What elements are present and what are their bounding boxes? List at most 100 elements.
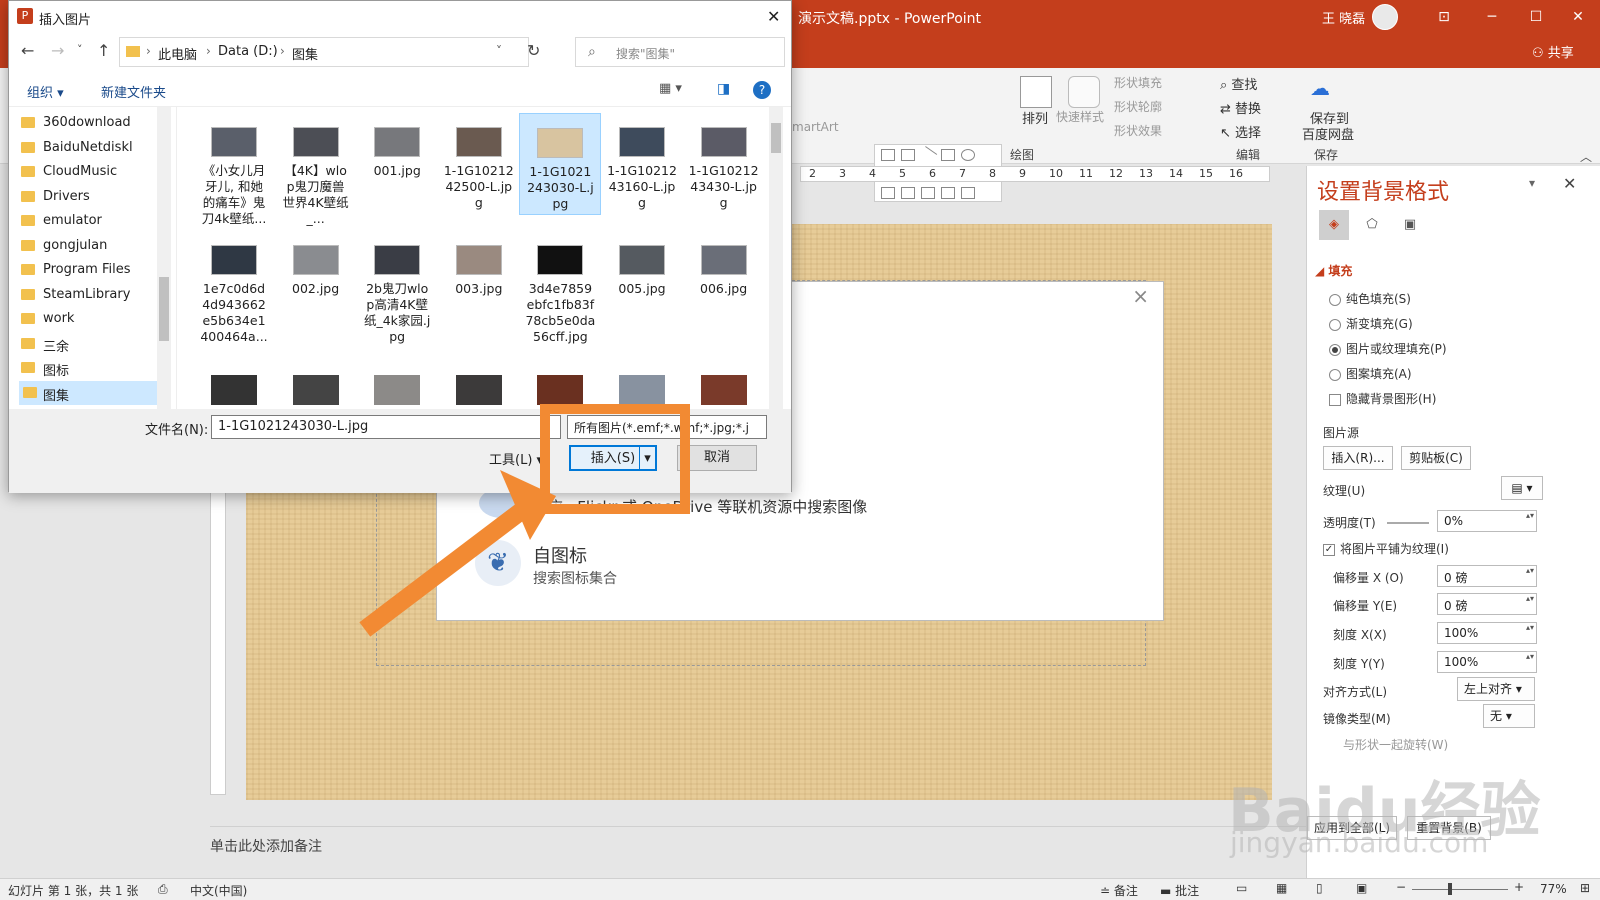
share-button[interactable]: ⚇ 共享 bbox=[1532, 42, 1574, 61]
file-item[interactable]: 1e7c0d6d4d943662e5b634e1400464a... bbox=[193, 231, 275, 349]
close-icon[interactable]: × bbox=[1132, 284, 1149, 308]
find-button[interactable]: ⌕ 查找 bbox=[1220, 74, 1257, 93]
slide-sorter-icon[interactable]: ▦ bbox=[1276, 881, 1287, 895]
avatar[interactable] bbox=[1372, 4, 1398, 30]
shape-outline-button[interactable]: 形状轮廓 bbox=[1114, 98, 1162, 115]
reading-view-icon[interactable]: ▯ bbox=[1316, 881, 1323, 895]
image-thumbnail[interactable] bbox=[455, 375, 502, 405]
language-indicator[interactable]: 中文(中国) bbox=[190, 882, 247, 899]
select-button[interactable]: ↖ 选择 bbox=[1220, 122, 1261, 141]
clipboard-button[interactable]: 剪贴板(C) bbox=[1401, 446, 1471, 470]
file-item[interactable]: 1-1G1021242500-L.jpg bbox=[438, 113, 520, 215]
nav-item[interactable]: work bbox=[21, 307, 74, 331]
breadcrumb-folder[interactable]: 图集 bbox=[292, 44, 318, 63]
back-arrow-icon[interactable]: ← bbox=[21, 41, 34, 60]
up-arrow-icon[interactable]: ↑ bbox=[97, 41, 110, 60]
nav-item[interactable]: Program Files bbox=[21, 258, 131, 282]
slideshow-icon[interactable]: ▣ bbox=[1356, 881, 1367, 895]
nav-scrollbar[interactable] bbox=[157, 107, 171, 409]
ribbon-display-options-icon[interactable]: ⊡ bbox=[1424, 4, 1464, 30]
offset-x-input[interactable]: 0 磅 bbox=[1437, 565, 1537, 587]
file-item[interactable]: 2b鬼刀wlop高清4K壁纸_4k家园.jpg bbox=[356, 231, 438, 349]
maximize-icon[interactable]: ☐ bbox=[1516, 4, 1556, 30]
zoom-slider-thumb[interactable] bbox=[1448, 883, 1452, 895]
rotate-with-shape-checkbox[interactable]: 与形状一起旋转(W) bbox=[1343, 736, 1448, 753]
picture-tab-icon[interactable]: ▣ bbox=[1395, 210, 1425, 240]
preview-pane-icon[interactable]: ◨ bbox=[717, 81, 730, 97]
notes-placeholder[interactable]: 单击此处添加备注 bbox=[210, 836, 322, 856]
zoom-level[interactable]: 77% bbox=[1540, 882, 1567, 896]
smartart-label[interactable]: martArt bbox=[792, 120, 839, 134]
arrange-label[interactable]: 排列 bbox=[1022, 108, 1048, 127]
file-item[interactable]: 001.jpg bbox=[356, 113, 438, 215]
close-icon[interactable]: ✕ bbox=[767, 7, 780, 26]
help-icon[interactable]: ? bbox=[753, 81, 771, 99]
close-icon[interactable]: ✕ bbox=[1558, 4, 1598, 30]
save-to-label-2[interactable]: 百度网盘 bbox=[1302, 124, 1354, 143]
replace-button[interactable]: ⇄ 替换 bbox=[1220, 98, 1261, 117]
nav-item[interactable]: 图集 bbox=[19, 380, 159, 405]
breadcrumb-drive[interactable]: Data (D:) bbox=[218, 44, 278, 59]
nav-item[interactable]: 图标 bbox=[21, 356, 69, 380]
file-item[interactable]: 1-1G1021243430-L.jpg bbox=[683, 113, 765, 215]
image-thumbnail[interactable] bbox=[374, 375, 421, 405]
mirror-type-select[interactable]: 无 ▾ bbox=[1483, 704, 1535, 728]
files-scrollbar[interactable] bbox=[769, 107, 783, 409]
texture-picker[interactable]: ▤ ▾ bbox=[1501, 476, 1543, 500]
pattern-fill-radio[interactable]: 图案填充(A) bbox=[1329, 365, 1412, 382]
effects-tab-icon[interactable]: ⬠ bbox=[1357, 210, 1387, 240]
filename-input[interactable]: 1-1G1021243030-L.jpg bbox=[211, 415, 561, 439]
fill-section-header[interactable]: ◢ 填充 bbox=[1315, 262, 1352, 279]
hide-background-checkbox[interactable]: 隐藏背景图形(H) bbox=[1329, 390, 1436, 407]
refresh-icon[interactable]: ↻ bbox=[527, 41, 540, 60]
address-bar[interactable]: › 此电脑 › Data (D:) › 图集 ˅ bbox=[119, 37, 529, 67]
offset-y-input[interactable]: 0 磅 bbox=[1437, 593, 1537, 615]
slide-counter[interactable]: 幻灯片 第 1 张，共 1 张 bbox=[8, 882, 138, 899]
image-thumbnail[interactable] bbox=[211, 375, 257, 405]
nav-item[interactable]: CloudMusic bbox=[21, 160, 117, 184]
solid-fill-radio[interactable]: 纯色填充(S) bbox=[1329, 290, 1411, 307]
scale-y-input[interactable]: 100% bbox=[1437, 651, 1537, 673]
search-input[interactable]: ⌕ 搜索"图集" bbox=[575, 37, 785, 67]
zoom-out-icon[interactable]: − bbox=[1396, 880, 1406, 894]
tile-checkbox[interactable]: ✓ 将图片平铺为纹理(I) bbox=[1323, 540, 1449, 557]
breadcrumb-this-pc[interactable]: 此电脑 bbox=[158, 44, 197, 63]
spellcheck-icon[interactable]: ⎙ bbox=[158, 882, 168, 897]
organize-menu[interactable]: 组织 ▾ bbox=[27, 82, 64, 101]
fit-to-window-icon[interactable]: ⊞ bbox=[1580, 881, 1590, 895]
file-item[interactable]: 【4K】wlop鬼刀魔兽世界4K壁纸_... bbox=[275, 113, 357, 226]
quick-styles-icon[interactable] bbox=[1068, 76, 1100, 108]
tools-menu[interactable]: 工具(L) ▾ bbox=[489, 449, 543, 468]
image-thumbnail[interactable] bbox=[292, 375, 339, 405]
file-item[interactable]: 003.jpg bbox=[438, 231, 520, 349]
fill-tab-icon[interactable]: ◈ bbox=[1319, 210, 1349, 240]
file-item[interactable]: 1-1G1021243030-L.jpg bbox=[519, 113, 602, 215]
minimize-icon[interactable]: ─ bbox=[1472, 4, 1512, 30]
recent-locations-icon[interactable]: ˅ bbox=[77, 43, 83, 56]
file-item[interactable]: 005.jpg bbox=[601, 231, 683, 349]
gradient-fill-radio[interactable]: 渐变填充(G) bbox=[1329, 315, 1413, 332]
nav-item[interactable]: gongjulan bbox=[21, 234, 107, 258]
chevron-down-icon[interactable]: ˅ bbox=[496, 44, 502, 58]
close-icon[interactable]: ✕ bbox=[1563, 174, 1576, 193]
pane-options-icon[interactable]: ▾ bbox=[1529, 176, 1535, 190]
file-item[interactable]: 002.jpg bbox=[275, 231, 357, 349]
nav-item[interactable]: emulator bbox=[21, 209, 102, 233]
arrange-icon[interactable] bbox=[1020, 76, 1052, 108]
comments-toggle[interactable]: ▬ 批注 bbox=[1160, 882, 1199, 899]
icons-title[interactable]: 自图标 bbox=[533, 542, 587, 568]
nav-item[interactable]: Drivers bbox=[21, 185, 90, 209]
shape-fill-button[interactable]: 形状填充 bbox=[1114, 74, 1162, 91]
zoom-slider[interactable] bbox=[1412, 889, 1508, 890]
image-thumbnail[interactable] bbox=[700, 375, 747, 405]
user-name[interactable]: 王 晓磊 bbox=[1322, 8, 1365, 27]
scale-x-input[interactable]: 100% bbox=[1437, 622, 1537, 644]
quick-styles-label[interactable]: 快速样式 bbox=[1056, 108, 1104, 125]
vertical-ruler[interactable] bbox=[210, 490, 226, 795]
image-thumbnail[interactable] bbox=[537, 375, 584, 405]
collapse-ribbon-icon[interactable]: ︿ bbox=[1580, 148, 1592, 165]
file-item[interactable]: 1-1G1021243160-L.jpg bbox=[601, 113, 683, 215]
insert-picture-button[interactable]: 插入(R)... bbox=[1323, 446, 1393, 470]
shape-effect-button[interactable]: 形状效果 bbox=[1114, 122, 1162, 139]
view-options-icon[interactable]: ▦ ▾ bbox=[659, 81, 682, 96]
